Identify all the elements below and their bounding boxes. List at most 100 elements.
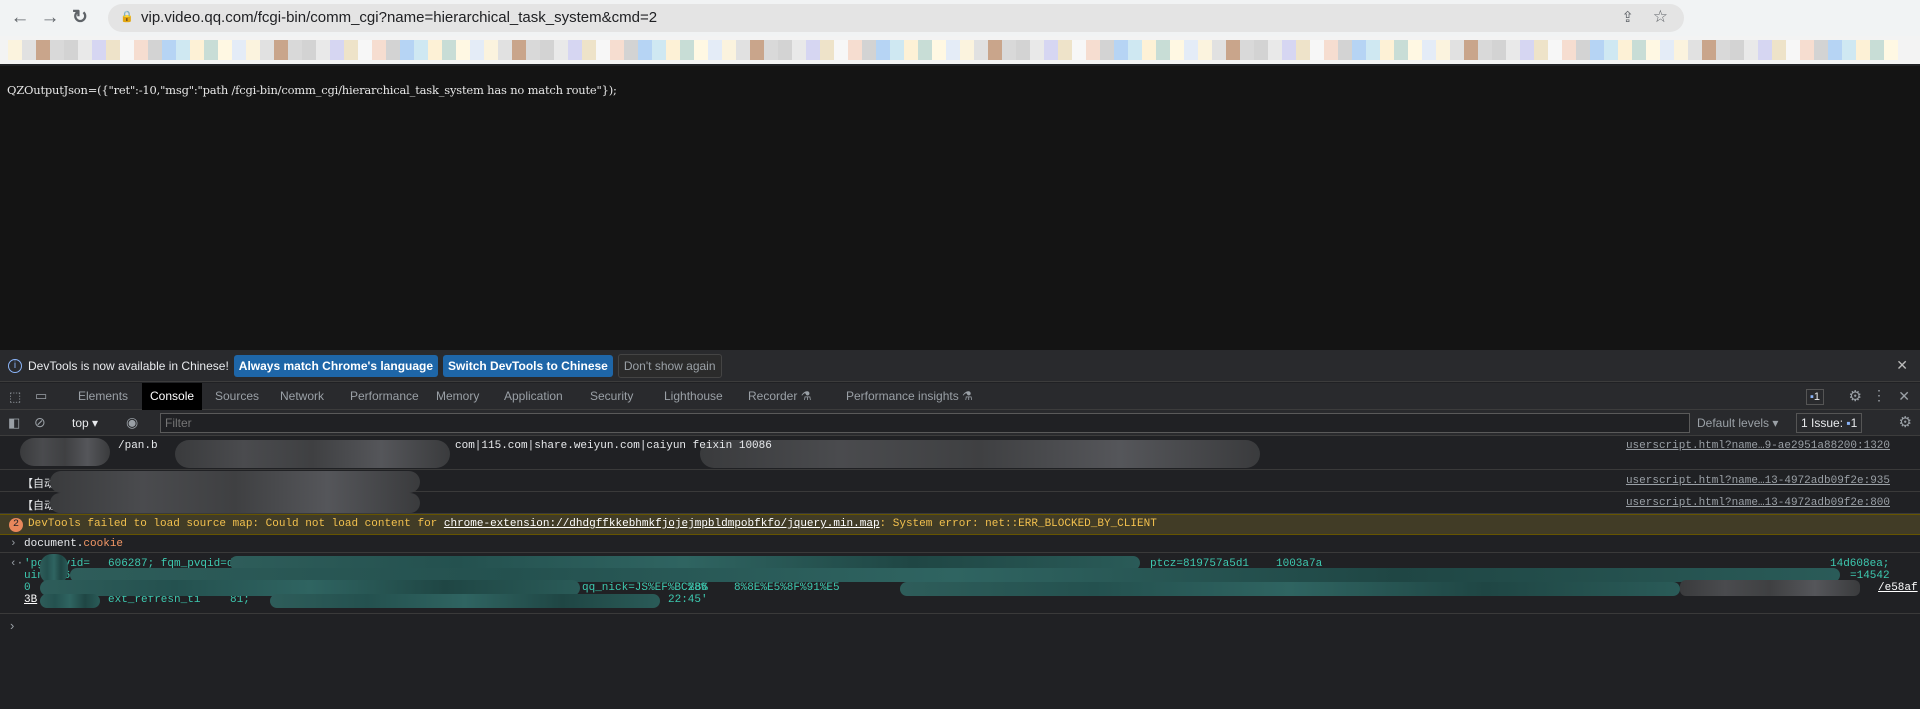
context-selector[interactable]: top ▾ — [72, 416, 98, 430]
blurred-bookmark — [1590, 40, 1604, 60]
blurred-bookmark — [1716, 40, 1730, 60]
message-text-2: com|115.com|share.weiyun.com|caiyun feix… — [455, 440, 772, 452]
blurred-bookmark — [22, 40, 36, 60]
blurred-bookmark — [722, 40, 736, 60]
inspect-element-icon[interactable]: ⬚ — [9, 389, 21, 405]
close-devtools-icon[interactable]: ✕ — [1898, 388, 1910, 405]
blurred-bookmark — [288, 40, 302, 60]
blurred-bookmark — [1478, 40, 1492, 60]
back-icon[interactable]: ← — [8, 6, 32, 30]
blurred-bookmark — [666, 40, 680, 60]
context-label: top — [72, 416, 89, 430]
url-text[interactable]: vip.video.qq.com/fcgi-bin/comm_cgi?name=… — [141, 9, 657, 26]
blurred-bookmark — [568, 40, 582, 60]
source-link[interactable]: userscript.html?name…13-4972adb09f2e:935 — [1626, 475, 1890, 487]
tab-performance[interactable]: Performance — [342, 383, 427, 410]
blurred-bookmark — [876, 40, 890, 60]
levels-label: Default levels — [1697, 416, 1770, 430]
switch-to-chinese-button[interactable]: Switch DevTools to Chinese — [443, 354, 613, 377]
tab-sources[interactable]: Sources — [207, 383, 267, 410]
tab-security[interactable]: Security — [582, 383, 641, 410]
blurred-bookmark — [428, 40, 442, 60]
console-settings-icon[interactable]: ⚙ — [1899, 413, 1912, 431]
blurred-bookmark — [1828, 40, 1842, 60]
blurred-bookmark — [652, 40, 666, 60]
blurred-bookmark — [1842, 40, 1856, 60]
blurred-bookmark — [1058, 40, 1072, 60]
result-link[interactable]: /e58af — [1878, 582, 1918, 594]
blurred-bookmark — [512, 40, 526, 60]
dont-show-again-button[interactable]: Don't show again — [617, 353, 722, 378]
blurred-bookmark — [1576, 40, 1590, 60]
console-message: /pan.b com|115.com|share.weiyun.com|caiy… — [0, 436, 1920, 470]
console-command: › document.cookie — [0, 536, 1920, 553]
lock-icon: 🔒 — [120, 11, 134, 23]
tab-lighthouse[interactable]: Lighthouse — [656, 383, 731, 410]
blurred-bookmark — [386, 40, 400, 60]
forward-icon[interactable]: → — [38, 6, 62, 30]
issues-count: 1 — [1850, 416, 1858, 430]
blurred-bookmark — [1534, 40, 1548, 60]
blurred-bookmark — [1744, 40, 1758, 60]
blurred-bookmark — [1618, 40, 1632, 60]
tab-application[interactable]: Application — [496, 383, 571, 410]
settings-icon[interactable]: ⚙ — [1849, 387, 1862, 405]
source-link[interactable]: userscript.html?name…9-ae2951a88200:1320 — [1626, 440, 1890, 452]
blurred-bookmark — [1212, 40, 1226, 60]
more-options-icon[interactable]: ⋮ — [1872, 387, 1886, 404]
blurred-bookmark — [1128, 40, 1142, 60]
blurred-bookmark — [330, 40, 344, 60]
blurred-bookmark — [806, 40, 820, 60]
result-text: 0 — [24, 582, 31, 594]
tab-performance-insights[interactable]: Performance insights ⚗ — [838, 383, 981, 410]
blurred-bookmark — [1884, 40, 1898, 60]
blurred-bookmark — [1338, 40, 1352, 60]
issues-label: 1 Issue: — [1801, 416, 1844, 430]
blurred-bookmark — [1282, 40, 1296, 60]
blurred-bookmark — [1422, 40, 1436, 60]
blurred-bookmark — [78, 40, 92, 60]
messages-badge[interactable]: ▪1 — [1805, 389, 1824, 405]
issues-button[interactable]: 1 Issue: ▪1 — [1796, 413, 1863, 433]
sourcemap-link[interactable]: chrome-extension://dhdgffkkebhmkfjojejmp… — [444, 518, 880, 530]
reload-icon[interactable]: ↻ — [68, 6, 92, 30]
blurred-bookmark — [904, 40, 918, 60]
result-text: 8%8E%E5%8F%91%E5 — [734, 582, 840, 594]
blurred-bookmark — [1604, 40, 1618, 60]
address-bar[interactable]: 🔒 vip.video.qq.com/fcgi-bin/comm_cgi?nam… — [108, 4, 1684, 32]
blurred-bookmark — [1324, 40, 1338, 60]
warning-count-badge: 2 — [9, 518, 23, 532]
bookmark-star-icon[interactable]: ☆ — [1653, 7, 1668, 27]
clear-console-icon[interactable]: ⊘ — [34, 414, 46, 431]
blurred-bookmark — [498, 40, 512, 60]
tab-network[interactable]: Network — [272, 383, 332, 410]
blurred-bookmark — [36, 40, 50, 60]
blurred-bookmark — [1114, 40, 1128, 60]
blurred-bookmark — [1702, 40, 1716, 60]
blurred-bookmark — [526, 40, 540, 60]
blurred-bookmark — [1156, 40, 1170, 60]
log-levels-dropdown[interactable]: Default levels ▾ — [1697, 416, 1778, 430]
sidebar-toggle-icon[interactable]: ◧ — [8, 415, 20, 431]
blurred-bookmark — [1520, 40, 1534, 60]
always-match-language-button[interactable]: Always match Chrome's language — [233, 354, 439, 377]
live-expression-eye-icon[interactable]: ◉ — [126, 414, 138, 431]
console-input-prompt[interactable]: › — [10, 618, 14, 633]
tab-memory[interactable]: Memory — [428, 383, 487, 410]
blurred-bookmark — [1170, 40, 1184, 60]
blurred-bookmark — [554, 40, 568, 60]
tab-console[interactable]: Console — [142, 383, 203, 410]
result-link[interactable]: 3B — [24, 594, 37, 606]
share-icon[interactable]: ⇪ — [1621, 8, 1634, 26]
blurred-bookmark — [974, 40, 988, 60]
close-infobar-icon[interactable]: ✕ — [1896, 357, 1908, 374]
blurred-bookmark — [1254, 40, 1268, 60]
sourcemap-warning: 2 DevTools failed to load source map: Co… — [0, 514, 1920, 535]
tab-elements[interactable]: Elements — [70, 383, 136, 410]
source-link[interactable]: userscript.html?name…13-4972adb09f2e:800 — [1626, 497, 1890, 509]
device-toolbar-icon[interactable]: ▭ — [35, 388, 47, 404]
blurred-bookmark — [1506, 40, 1520, 60]
tab-recorder[interactable]: Recorder ⚗ — [740, 383, 819, 410]
filter-input[interactable] — [160, 413, 1690, 433]
blurred-bookmark — [1730, 40, 1744, 60]
